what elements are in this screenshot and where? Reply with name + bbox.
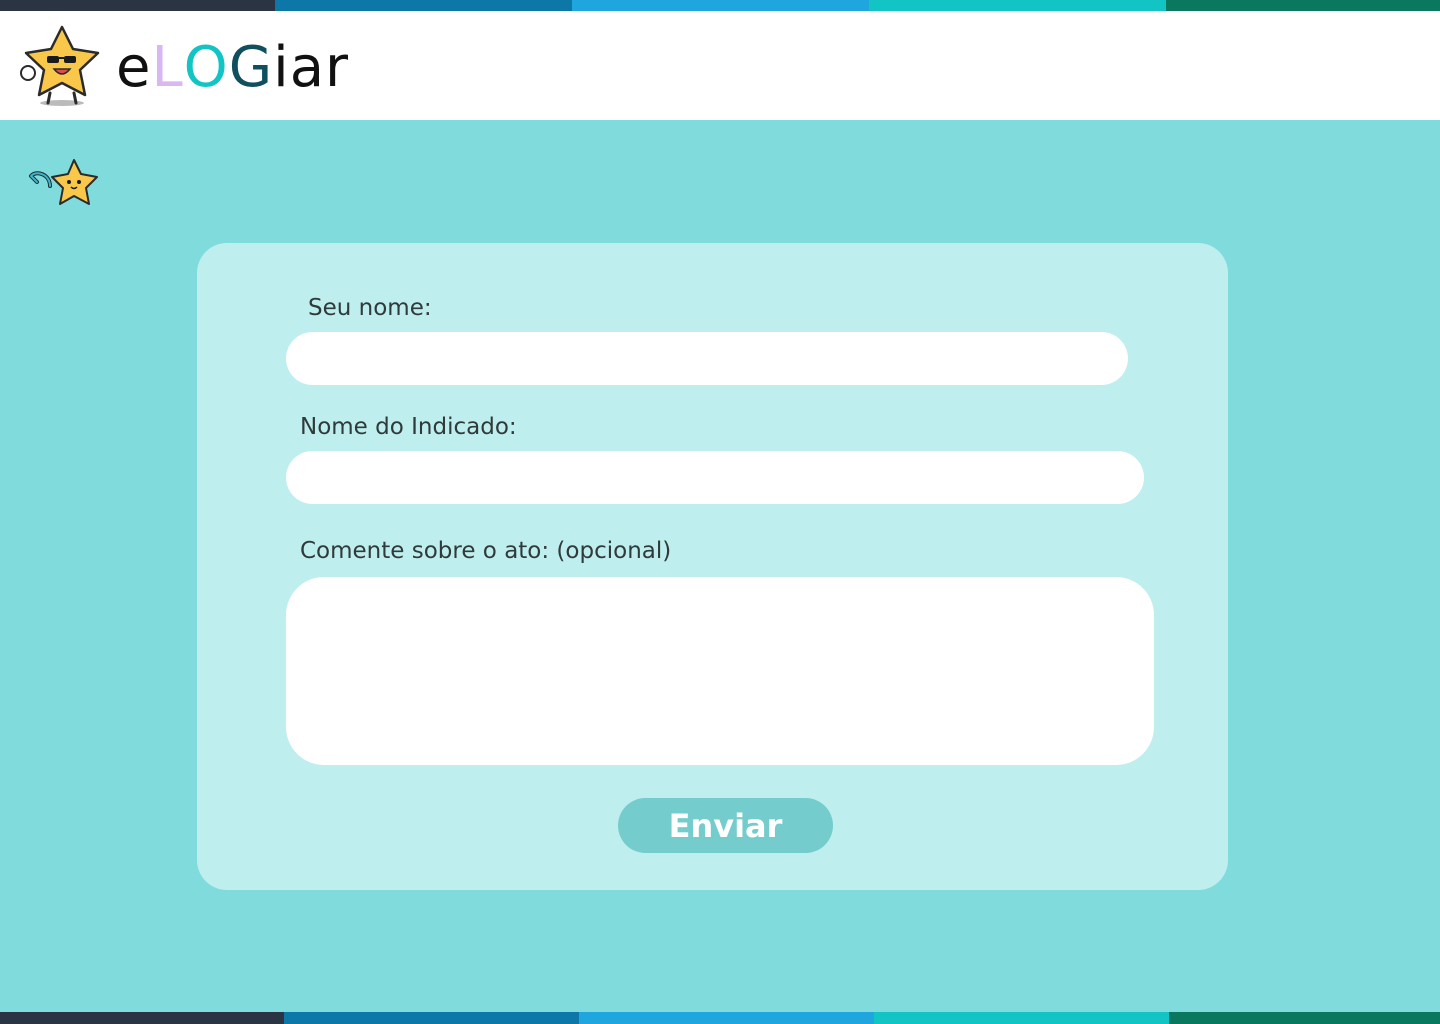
star-mascot-sunglasses-icon [20, 25, 100, 106]
brand-letter: e [116, 35, 152, 100]
stripe-segment [579, 1012, 874, 1024]
name-input[interactable] [286, 332, 1128, 385]
brand-letter: iar [273, 35, 350, 100]
stripe-segment [1169, 1012, 1440, 1024]
submit-button[interactable]: Enviar [618, 798, 833, 853]
stripe-segment [572, 0, 869, 11]
comment-label: Comente sobre o ato: (opcional) [300, 538, 672, 564]
brand-letter: G [228, 35, 274, 100]
name-label: Seu nome: [308, 295, 432, 321]
back-arrow-star-icon[interactable] [26, 156, 104, 208]
nomination-form-card: Seu nome: Nome do Indicado: Comente sobr… [197, 243, 1228, 890]
app-header: eLOGiar [0, 11, 1440, 120]
top-color-stripe [0, 0, 1440, 11]
brand-letter: L [151, 35, 184, 100]
stripe-segment [0, 0, 275, 11]
stripe-segment [284, 1012, 579, 1024]
bottom-color-stripe [0, 1012, 1440, 1024]
nominee-input[interactable] [286, 451, 1144, 504]
stripe-segment [275, 0, 572, 11]
stripe-segment [874, 1012, 1169, 1024]
stripe-segment [0, 1012, 284, 1024]
stripe-segment [869, 0, 1166, 11]
nominee-label: Nome do Indicado: [300, 414, 517, 440]
brand-logo-text: eLOGiar [116, 33, 349, 103]
stripe-segment [1166, 0, 1440, 11]
brand-letter: O [183, 35, 229, 100]
comment-textarea[interactable] [286, 577, 1154, 765]
